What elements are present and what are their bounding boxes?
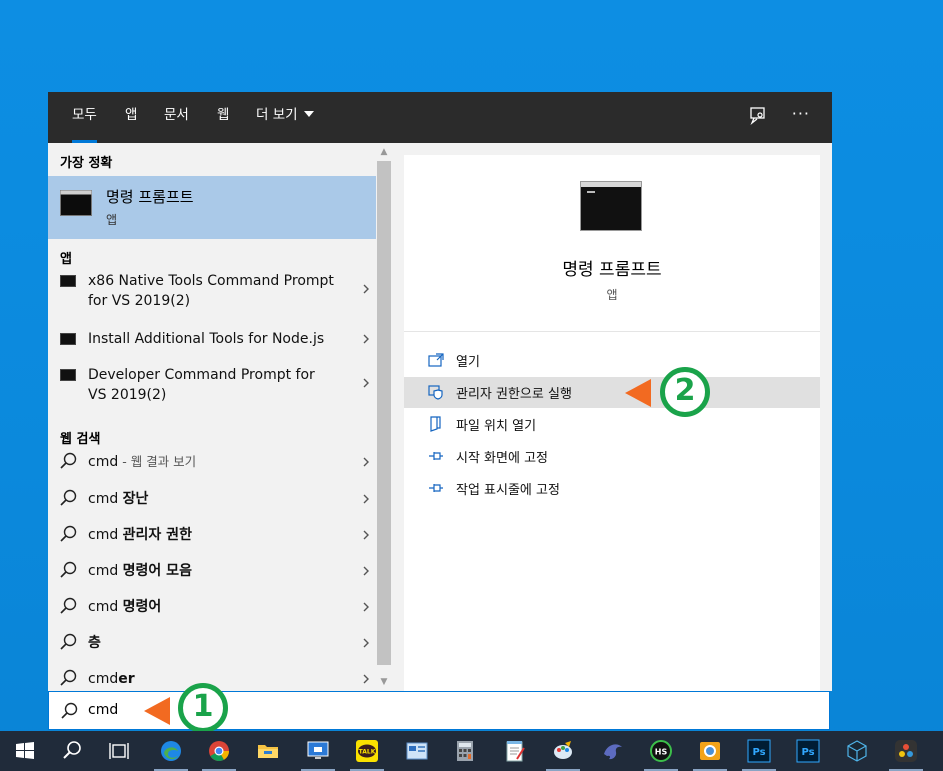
- svg-text:Ps: Ps: [801, 747, 814, 758]
- edge-icon[interactable]: [159, 739, 183, 763]
- start-icon[interactable]: [13, 739, 37, 763]
- web-result[interactable]: cmd 명령어: [48, 594, 376, 620]
- tab-more[interactable]: 더 보기: [256, 92, 314, 143]
- divider: [404, 331, 820, 332]
- list-item[interactable]: Developer Command Prompt for VS 2019(2): [48, 364, 376, 408]
- web-result[interactable]: cmd 명령어 모음: [48, 558, 376, 584]
- davinci-icon[interactable]: [894, 739, 918, 763]
- command-prompt-icon: [60, 333, 76, 345]
- search-icon[interactable]: [60, 739, 84, 763]
- dolphin-icon[interactable]: [601, 739, 625, 763]
- web-result[interactable]: cmd 장난: [48, 486, 376, 512]
- step-2-badge: 2: [660, 367, 710, 417]
- notepad-icon[interactable]: [503, 739, 527, 763]
- apps-header: 앱: [60, 252, 72, 267]
- action-open[interactable]: 열기: [404, 345, 820, 376]
- command-prompt-large-icon: [580, 181, 642, 231]
- search-icon: [61, 702, 78, 719]
- annotation-arrow: [625, 379, 651, 407]
- chevron-right-icon: [363, 566, 369, 576]
- task-view-icon[interactable]: [107, 739, 131, 763]
- chevron-right-icon: [363, 284, 369, 294]
- control-panel-icon[interactable]: [405, 739, 429, 763]
- command-prompt-icon: [60, 190, 92, 216]
- svg-text:Ps: Ps: [752, 747, 765, 758]
- search-icon: [60, 669, 77, 686]
- results-list: 가장 정확 명령 프롬프트 앱 앱 x86 Native Tools Comma…: [48, 143, 376, 691]
- pin-icon: [429, 452, 443, 460]
- best-match-subtitle: 앱: [106, 213, 118, 227]
- display-icon[interactable]: [698, 739, 722, 763]
- more-options-icon[interactable]: ···: [792, 104, 810, 123]
- hs-icon[interactable]: HS: [649, 739, 673, 763]
- chevron-right-icon: [363, 334, 369, 344]
- web-result[interactable]: cmd - 웹 결과 보기: [48, 449, 376, 475]
- chevron-down-icon: [303, 111, 314, 117]
- action-pin-to-start[interactable]: 시작 화면에 고정: [404, 441, 820, 472]
- search-input[interactable]: cmd: [88, 702, 118, 718]
- cube-icon[interactable]: [845, 739, 869, 763]
- action-pin-to-taskbar[interactable]: 작업 표시줄에 고정: [404, 473, 820, 504]
- action-open-file-location[interactable]: 파일 위치 열기: [404, 409, 820, 440]
- best-match-item[interactable]: 명령 프롬프트 앱: [48, 176, 376, 239]
- scroll-up-icon[interactable]: ▲: [376, 145, 392, 159]
- tab-documents[interactable]: 문서: [164, 92, 189, 143]
- chevron-right-icon: [363, 674, 369, 684]
- tab-apps[interactable]: 앱: [125, 92, 137, 143]
- search-icon: [60, 597, 77, 614]
- open-icon: [428, 353, 444, 367]
- best-match-title: 명령 프롬프트: [106, 188, 194, 206]
- chevron-right-icon: [363, 638, 369, 648]
- search-tabs-bar: 모두 앱 문서 웹 더 보기 ···: [48, 92, 832, 143]
- chevron-right-icon: [363, 457, 369, 467]
- search-panel: 모두 앱 문서 웹 더 보기 ··· 가장 정확 명령 프롬프트 앱 앱 x86…: [48, 92, 832, 691]
- list-item[interactable]: Install Additional Tools for Node.js: [48, 328, 376, 354]
- calculator-icon[interactable]: [453, 739, 477, 763]
- search-icon: [60, 633, 77, 650]
- results-scrollbar[interactable]: ▲ ▼: [376, 143, 392, 691]
- search-icon: [60, 561, 77, 578]
- details-title: 명령 프롬프트: [562, 260, 662, 280]
- search-icon: [60, 452, 77, 469]
- action-run-as-admin[interactable]: 관리자 권한으로 실행: [404, 377, 820, 408]
- tab-web[interactable]: 웹: [217, 92, 229, 143]
- annotation-arrow: [144, 697, 170, 725]
- chevron-right-icon: [363, 602, 369, 612]
- photoshop-icon[interactable]: Ps: [747, 739, 771, 763]
- details-pane: 명령 프롬프트 앱 열기 관리자 권한으로 실행 파일 위치 열기 시작 화면에…: [404, 155, 820, 691]
- command-prompt-icon: [60, 369, 76, 381]
- taskbar: TALK HS Ps Ps: [0, 731, 943, 771]
- paint-icon[interactable]: [551, 739, 575, 763]
- feedback-icon[interactable]: [748, 106, 770, 128]
- scrollbar-thumb[interactable]: [377, 161, 391, 665]
- web-search-header: 웹 검색: [60, 432, 101, 447]
- tab-all[interactable]: 모두: [72, 92, 97, 143]
- chrome-icon[interactable]: [207, 739, 231, 763]
- web-result[interactable]: 층: [48, 630, 376, 656]
- pin-icon: [429, 484, 443, 492]
- best-match-header: 가장 정확: [60, 156, 113, 171]
- svg-text:HS: HS: [655, 748, 668, 757]
- file-explorer-icon[interactable]: [256, 739, 280, 763]
- web-result[interactable]: cmd 관리자 권한: [48, 522, 376, 548]
- svg-text:TALK: TALK: [359, 749, 376, 756]
- kakaotalk-icon[interactable]: TALK: [355, 739, 379, 763]
- search-icon: [60, 489, 77, 506]
- admin-shield-icon: [428, 385, 443, 400]
- file-location-icon: [430, 416, 441, 432]
- command-prompt-icon: [60, 275, 76, 287]
- chevron-right-icon: [363, 494, 369, 504]
- chevron-right-icon: [363, 530, 369, 540]
- remote-desktop-icon[interactable]: [306, 739, 330, 763]
- list-item[interactable]: x86 Native Tools Command Prompt for VS 20…: [48, 270, 376, 314]
- chevron-right-icon: [363, 378, 369, 388]
- step-1-badge: 1: [178, 683, 228, 733]
- photoshop-icon[interactable]: Ps: [796, 739, 820, 763]
- search-icon: [60, 525, 77, 542]
- details-subtitle: 앱: [606, 288, 618, 302]
- scroll-down-icon[interactable]: ▼: [376, 675, 392, 689]
